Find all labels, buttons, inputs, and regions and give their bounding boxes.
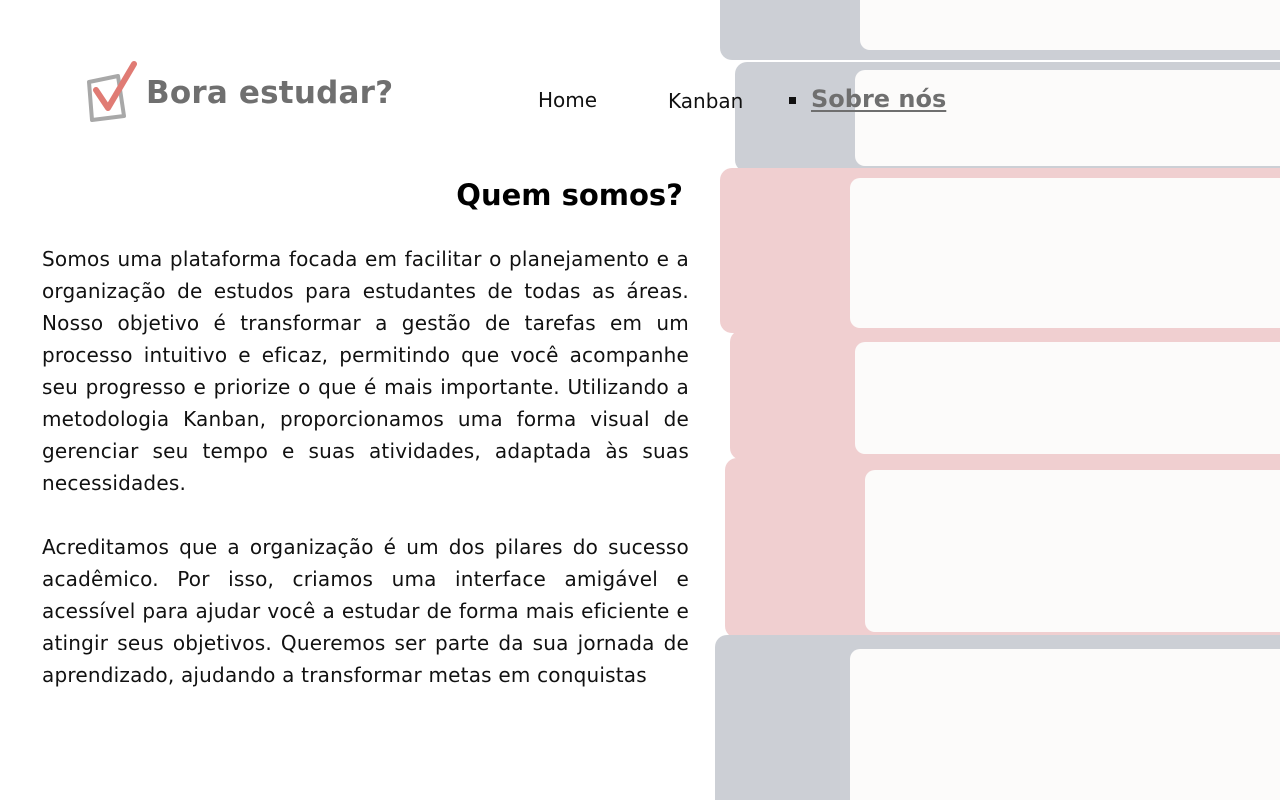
stack-of-books-image bbox=[715, 0, 1280, 800]
nav-sobre-nos-link[interactable]: Sobre nós bbox=[811, 85, 946, 113]
active-bullet-icon bbox=[789, 97, 796, 104]
about-content: Somos uma plataforma focada em facilitar… bbox=[42, 243, 689, 691]
about-page: Bora estudar? Home Kanban Sobre nós Quem… bbox=[0, 0, 1280, 800]
nav-home-link[interactable]: Home bbox=[538, 88, 597, 112]
book bbox=[720, 0, 1280, 60]
main-nav: Home Kanban Sobre nós bbox=[0, 84, 1280, 118]
book bbox=[720, 168, 1280, 333]
about-paragraph: Acreditamos que a organização é um dos p… bbox=[42, 535, 689, 687]
book bbox=[730, 330, 1280, 460]
nav-kanban-link[interactable]: Kanban bbox=[668, 89, 743, 113]
about-paragraph: Somos uma plataforma focada em facilitar… bbox=[42, 247, 689, 495]
book bbox=[725, 458, 1280, 638]
page-title: Quem somos? bbox=[456, 178, 683, 212]
book bbox=[715, 635, 1280, 800]
